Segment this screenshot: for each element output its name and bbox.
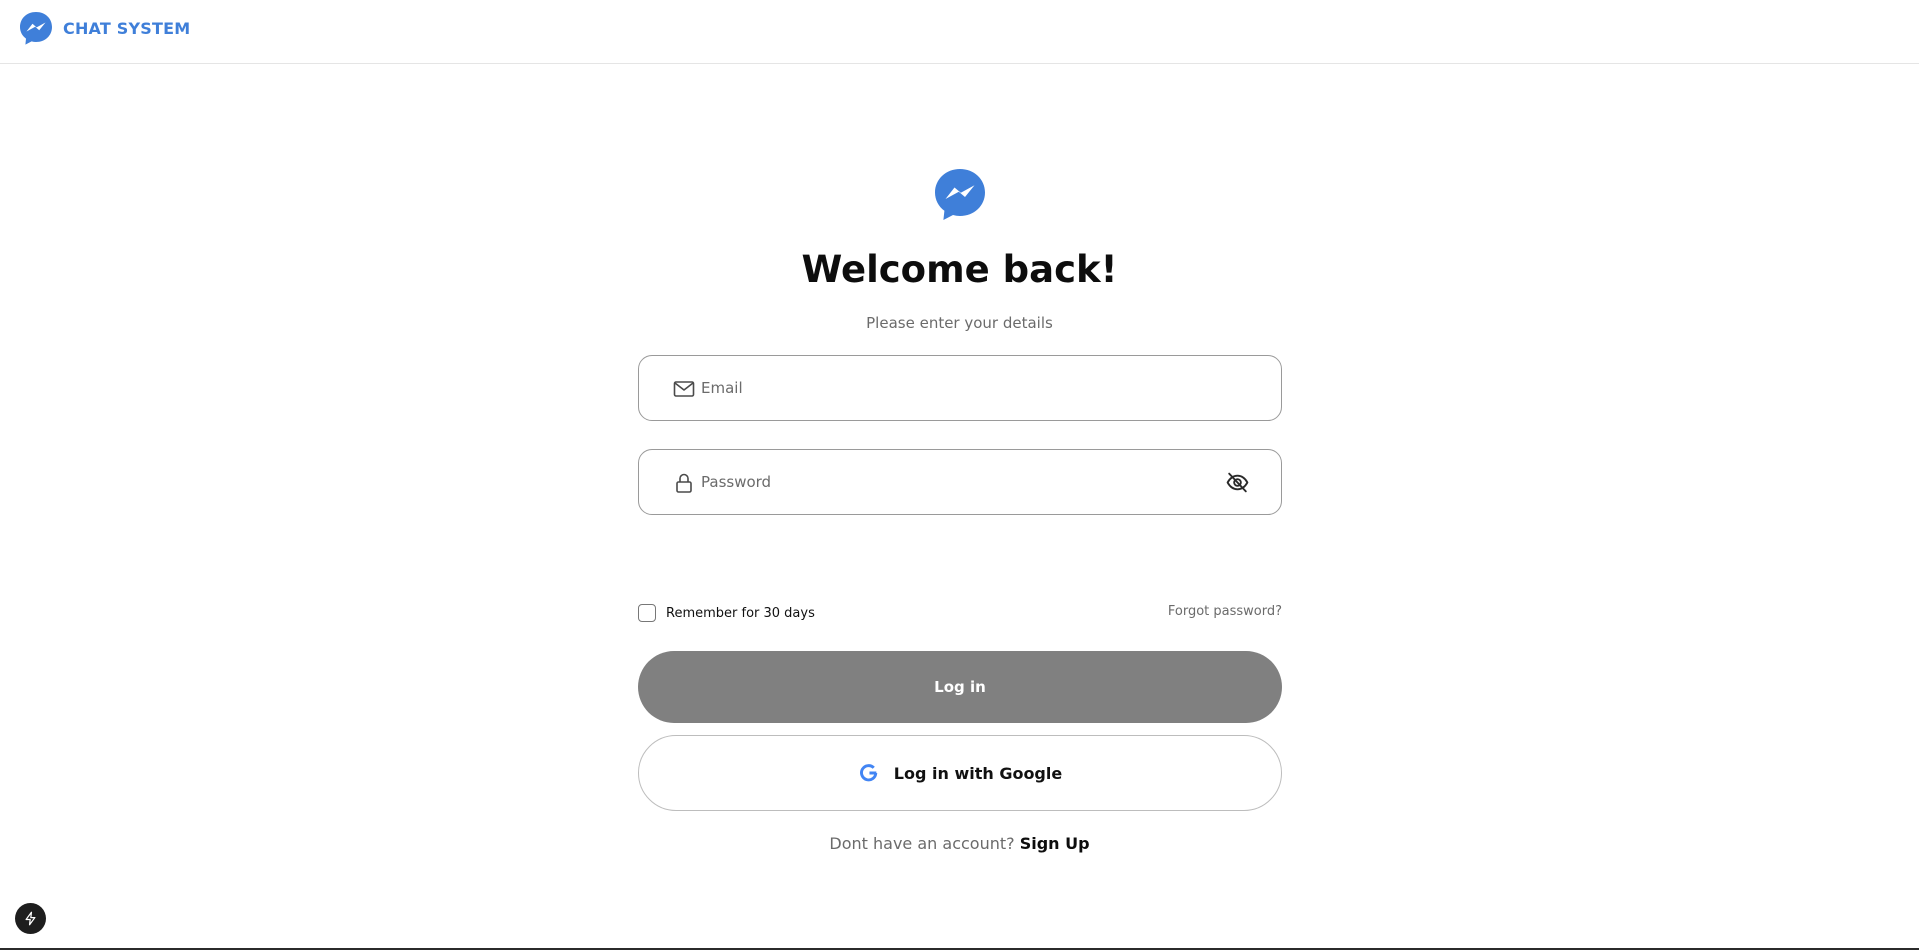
password-input[interactable] [701,462,1181,502]
google-login-button[interactable]: Log in with Google [638,735,1282,811]
signup-prompt: Dont have an account? Sign Up [0,834,1919,853]
mail-icon [673,381,695,397]
top-navbar: CHAT SYSTEM [0,0,1919,64]
eye-off-icon[interactable] [1225,470,1250,495]
forgot-password-link[interactable]: Forgot password? [1100,604,1282,619]
lock-icon [676,473,692,493]
remember-label: Remember for 30 days [666,605,815,621]
remember-checkbox[interactable] [638,604,656,622]
messenger-logo-icon [935,169,985,220]
page-title: Welcome back! [801,248,1118,291]
brand-name: CHAT SYSTEM [63,18,191,38]
brand-link[interactable]: CHAT SYSTEM [18,10,190,46]
google-login-label: Log in with Google [893,763,1063,783]
google-icon [859,764,878,782]
email-field[interactable] [638,355,1282,421]
signup-link[interactable]: Sign Up [1020,834,1090,853]
email-input[interactable] [701,368,1181,408]
dev-tools-button[interactable] [15,903,46,934]
login-button[interactable]: Log in [638,651,1282,723]
lightning-bolt-icon [25,911,36,926]
page-subtitle: Please enter your details [866,314,1053,332]
signup-question: Dont have an account? [829,834,1015,853]
remember-me[interactable]: Remember for 30 days [638,603,815,623]
password-field[interactable] [638,449,1282,515]
messenger-logo-icon [20,12,52,45]
